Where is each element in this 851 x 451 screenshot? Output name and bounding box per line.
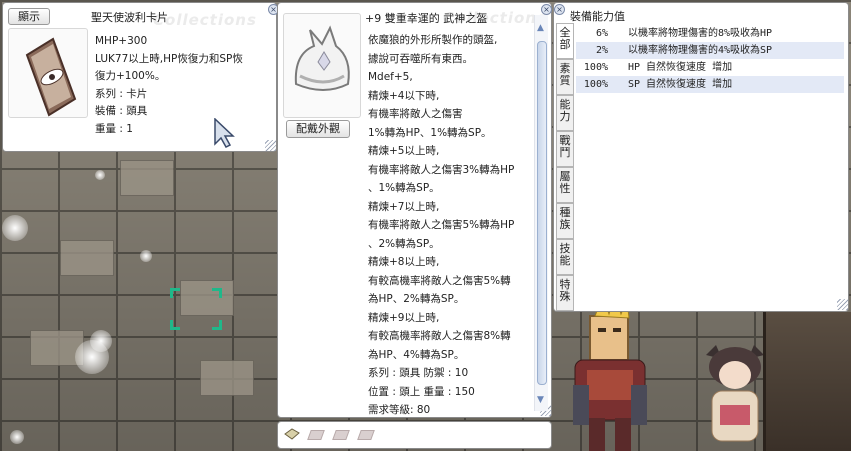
item-desc-line: 位置 : 頭上 重量 : 150: [368, 385, 475, 398]
card-info-window: Collections 顯示 聖天使波利卡片 × MHP+300 LUK77以上…: [2, 2, 279, 152]
item-desc-line: 有較高機率將敵人之傷害5%轉: [368, 274, 511, 287]
stat-text: SP 自然恢復速度 增加: [628, 79, 733, 90]
card-title: 聖天使波利卡片: [91, 11, 168, 24]
stat-text: 以機率將物理傷害的4%吸收為SP: [628, 45, 773, 56]
item-desc-line: 精煉+8以上時,: [368, 256, 440, 268]
stat-percent: 2%: [595, 45, 608, 56]
item-desc-line: 1%轉為HP、1%轉為SP。: [368, 126, 492, 139]
close-icon[interactable]: ×: [541, 4, 552, 15]
item-desc-line: 、1%轉為SP。: [368, 182, 440, 194]
item-desc-line: 有機率將敵人之傷害5%轉為HP: [368, 219, 515, 231]
card-slot-empty[interactable]: [357, 430, 375, 440]
stat-text: 以機率將物理傷害的8%吸收為HP: [628, 28, 773, 39]
stat-percent: 100%: [583, 62, 608, 73]
item-desc-line: 需求等級: 80: [368, 404, 431, 416]
scroll-up-icon[interactable]: ▲: [537, 23, 544, 33]
stat-percent: 100%: [583, 79, 608, 90]
tab-abilities[interactable]: 能力: [556, 95, 574, 131]
item-desc-line: Mdef+5,: [368, 71, 413, 83]
player-character-girl[interactable]: [700, 345, 770, 451]
item-desc-line: 有較高機率將敵人之傷害8%轉: [368, 330, 511, 342]
snow-particle: [140, 250, 152, 262]
item-desc-line: 依魔狼的外形所製作的頭盔,: [368, 34, 498, 46]
watermark: Collections: [153, 11, 257, 29]
card-desc-line: MHP+300: [95, 35, 148, 47]
item-desc-line: 系列 : 頭具 防禦 : 10: [368, 367, 469, 379]
item-desc-line: 精煉+4以下時,: [368, 89, 440, 102]
card-desc-line: LUK77以上時,HP恢復力和SP恢: [95, 52, 243, 65]
wooden-pillar: [763, 312, 851, 451]
card-slot-bar: [277, 421, 552, 449]
wall-stone: [60, 240, 114, 276]
close-icon[interactable]: ×: [554, 4, 565, 15]
tab-attributes[interactable]: 素質: [556, 59, 574, 95]
helmet-icon: [294, 25, 350, 91]
card-slot-empty[interactable]: [332, 430, 350, 440]
card-desc-line: 復力+100%。: [95, 70, 166, 82]
item-desc-line: 、2%轉為SP。: [368, 237, 440, 250]
scroll-down-icon[interactable]: ▼: [537, 395, 544, 405]
stat-row: 6% 以機率將物理傷害的8%吸收為HP: [576, 25, 844, 42]
snow-particle: [95, 170, 105, 180]
wall-stone: [120, 160, 174, 196]
appearance-button[interactable]: 配戴外觀: [286, 120, 350, 138]
card-slot-filled-icon[interactable]: [284, 428, 300, 440]
item-desc-line: 為HP、4%轉為SP。: [368, 348, 465, 361]
card-description: MHP+300 LUK77以上時,HP恢復力和SP恢 復力+100%。 系列 :…: [95, 33, 265, 138]
snow-particle: [90, 330, 112, 352]
card-desc-line: 裝備 : 頭具: [95, 105, 148, 117]
tab-special[interactable]: 特殊: [556, 275, 574, 311]
tab-combat[interactable]: 戰鬥: [556, 131, 574, 167]
item-image-frame: [283, 13, 361, 118]
resize-grip-icon[interactable]: [265, 140, 276, 151]
stat-row: 100% HP 自然恢復速度 增加: [576, 59, 844, 76]
wall-stone: [180, 280, 234, 316]
equipment-stats-window: × 裝備能力值 全部 素質 能力 戰鬥 屬性 種族 技能 特殊 6% 以機率將物…: [553, 2, 849, 312]
item-description: 依魔狼的外形所製作的頭盔, 據說可吞噬所有東西。 Mdef+5, 精煉+4以下時…: [368, 31, 543, 420]
item-info-window: Collections × +9 雙重幸運的 武神之盔 配戴外觀 依魔狼的外形所…: [277, 2, 552, 418]
stat-text: HP 自然恢復速度 增加: [628, 62, 733, 73]
target-cursor-corner: [170, 288, 180, 298]
stat-category-tabs: 全部 素質 能力 戰鬥 屬性 種族 技能 特殊: [556, 23, 574, 311]
item-desc-line: 為HP、2%轉為SP。: [368, 293, 465, 305]
item-title: +9 雙重幸運的 武神之盔: [365, 12, 488, 25]
mouse-pointer-icon: [213, 117, 235, 151]
item-desc-line: 精煉+5以上時,: [368, 145, 440, 157]
card-desc-line: 重量 : 1: [95, 122, 133, 135]
card-image-frame: [8, 28, 88, 118]
resize-grip-icon[interactable]: [837, 299, 848, 310]
card-desc-line: 系列 : 卡片: [95, 87, 148, 100]
target-cursor-corner: [170, 320, 180, 330]
tab-race[interactable]: 種族: [556, 203, 574, 239]
wall-stone: [200, 360, 254, 396]
stat-percent: 6%: [595, 28, 608, 39]
scrollbar-thumb[interactable]: [537, 41, 547, 385]
stat-row: 100% SP 自然恢復速度 增加: [576, 76, 844, 93]
item-desc-line: 據說可吞噬所有東西。: [368, 52, 473, 65]
snow-particle: [10, 430, 24, 444]
display-button[interactable]: 顯示: [8, 8, 50, 25]
card-slot-empty[interactable]: [307, 430, 325, 440]
target-cursor-corner: [212, 288, 222, 298]
tab-skills[interactable]: 技能: [556, 239, 574, 275]
item-scrollbar[interactable]: ▲ ▼: [534, 15, 548, 411]
item-desc-line: 精煉+9以上時,: [368, 311, 440, 324]
player-character-knight[interactable]: [565, 290, 655, 451]
stat-list: 6% 以機率將物理傷害的8%吸收為HP 2% 以機率將物理傷害的4%吸收為SP …: [576, 25, 844, 93]
item-desc-line: 有機率將敵人之傷害: [368, 108, 463, 120]
snow-particle: [2, 215, 28, 241]
tab-all[interactable]: 全部: [556, 23, 574, 59]
item-desc-line: 有機率將敵人之傷害3%轉為HP: [368, 163, 515, 176]
tab-element[interactable]: 屬性: [556, 167, 574, 203]
stats-window-title: 裝備能力值: [570, 10, 625, 23]
stat-row: 2% 以機率將物理傷害的4%吸收為SP: [576, 42, 844, 59]
item-desc-line: 精煉+7以上時,: [368, 200, 440, 213]
card-icon: [25, 37, 77, 117]
target-cursor-corner: [212, 320, 222, 330]
